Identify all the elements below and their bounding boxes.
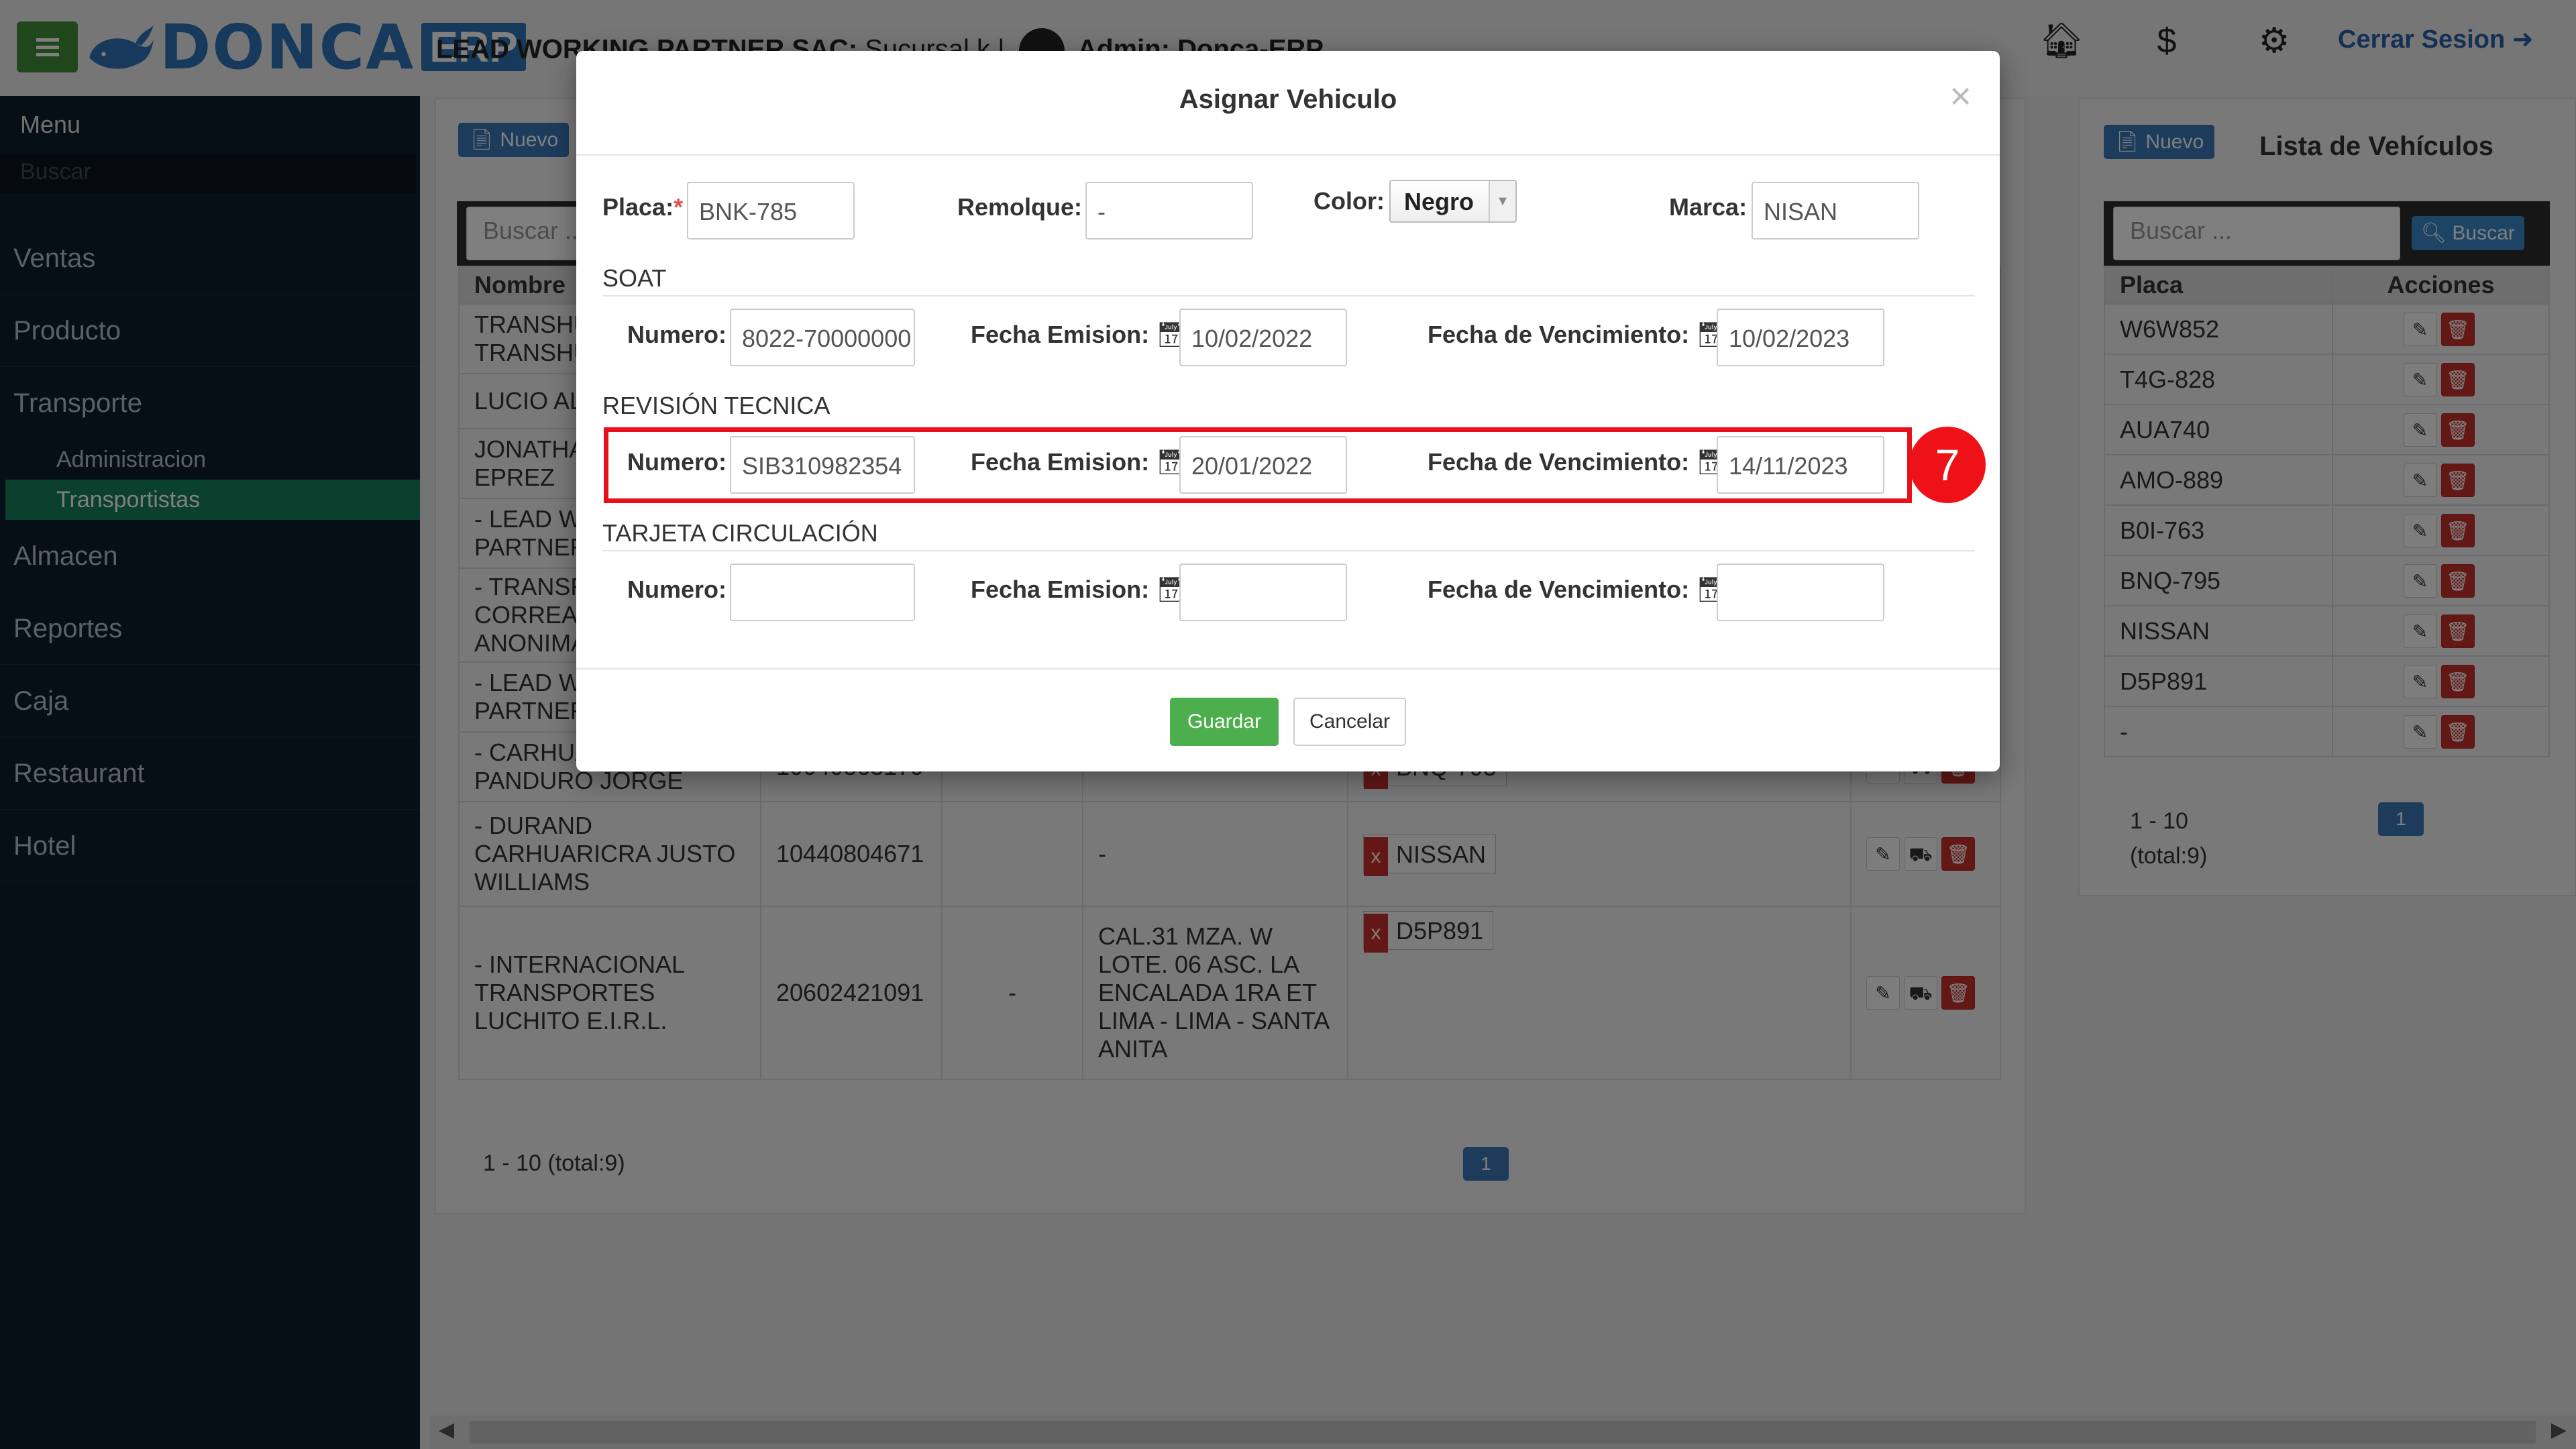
- vencimiento-label-text: Fecha de Vencimiento:: [1428, 576, 1690, 603]
- soat-vencimiento-input[interactable]: 10/02/2023: [1717, 309, 1884, 366]
- assign-vehicle-modal: Asignar Vehiculo × Placa:* BNK-785 Remol…: [576, 51, 2000, 771]
- annotation-highlight-box: [604, 427, 1912, 503]
- soat-section-title: SOAT: [602, 264, 667, 292]
- color-label: Color:: [1313, 187, 1385, 215]
- marca-input[interactable]: NISAN: [1752, 182, 1919, 239]
- tarjeta-numero-label: Numero:: [627, 576, 727, 603]
- emision-label-text: Fecha Emision:: [971, 576, 1150, 603]
- chevron-down-icon: ▼: [1489, 181, 1515, 221]
- soat-numero-label: Numero:: [627, 321, 727, 348]
- color-select-value: Negro: [1404, 188, 1474, 215]
- tarjeta-section-title: TARJETA CIRCULACIÓN: [602, 519, 878, 547]
- vencimiento-label-text: Fecha de Vencimiento:: [1428, 321, 1690, 348]
- required-mark: *: [674, 193, 684, 221]
- tarjeta-numero-input[interactable]: [730, 564, 915, 621]
- modal-title: Asignar Vehiculo: [1179, 85, 1397, 114]
- revision-section-title: REVISIÓN TECNICA: [602, 392, 830, 419]
- annotation-step-badge: 7: [1909, 427, 1986, 503]
- soat-emision-input[interactable]: 10/02/2022: [1179, 309, 1347, 366]
- tarjeta-emision-label: Fecha Emision: 📅︎: [971, 576, 1187, 604]
- emision-label-text: Fecha Emision:: [971, 321, 1150, 348]
- modal-footer-divider: [576, 668, 2000, 669]
- divider: [602, 550, 1975, 551]
- soat-emision-label: Fecha Emision: 📅︎: [971, 321, 1187, 349]
- remolque-input[interactable]: -: [1085, 182, 1253, 239]
- remolque-label: Remolque:: [957, 193, 1083, 221]
- placa-label-text: Placa:: [602, 193, 674, 221]
- close-icon[interactable]: ×: [1949, 74, 1972, 117]
- tarjeta-emision-input[interactable]: [1179, 564, 1347, 621]
- soat-vencimiento-label: Fecha de Vencimiento: 📅︎: [1428, 321, 1727, 349]
- divider: [602, 295, 1975, 297]
- marca-label: Marca:: [1669, 193, 1748, 221]
- modal-header: Asignar Vehiculo ×: [576, 51, 2000, 156]
- tarjeta-vencimiento-label: Fecha de Vencimiento: 📅︎: [1428, 576, 1727, 604]
- placa-label: Placa:*: [602, 193, 683, 221]
- color-select[interactable]: Negro ▼: [1389, 180, 1517, 223]
- soat-numero-input[interactable]: 8022-70000000: [730, 309, 915, 366]
- cancel-button[interactable]: Cancelar: [1293, 698, 1406, 746]
- placa-input[interactable]: BNK-785: [687, 182, 855, 239]
- save-button[interactable]: Guardar: [1170, 698, 1279, 746]
- tarjeta-vencimiento-input[interactable]: [1717, 564, 1884, 621]
